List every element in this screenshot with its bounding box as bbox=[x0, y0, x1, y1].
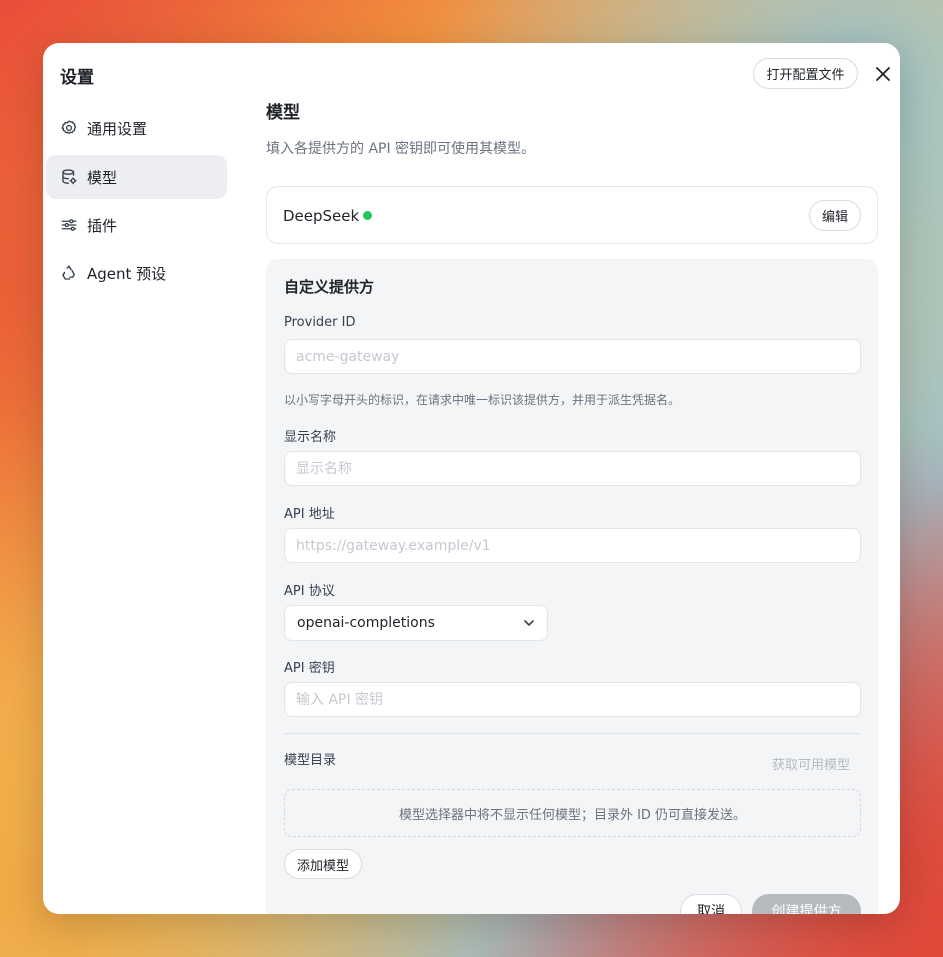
sidebar-item-plugins[interactable]: 插件 bbox=[46, 203, 227, 247]
api-key-label: API 密钥 bbox=[284, 661, 335, 676]
cancel-button[interactable]: 取消 bbox=[680, 894, 742, 914]
database-icon bbox=[62, 169, 77, 185]
provider-id-label: Provider ID bbox=[284, 315, 356, 330]
edit-provider-button[interactable]: 编辑 bbox=[809, 200, 861, 231]
add-model-button[interactable]: 添加模型 bbox=[284, 849, 362, 879]
fetch-models-button[interactable]: 获取可用模型 bbox=[772, 754, 850, 773]
sidebar-item-label: 插件 bbox=[87, 216, 118, 235]
api-url-label: API 地址 bbox=[284, 507, 335, 522]
provider-id-hint: 以小写字母开头的标识，在请求中唯一标识该提供方，并用于派生凭据名。 bbox=[284, 393, 681, 407]
settings-dialog: 设置 通用设置 模型 插件 Agent 预设 打开配置文件 模型 填入各提供方的… bbox=[43, 43, 900, 914]
model-catalog-label: 模型目录 bbox=[284, 753, 337, 768]
gear-icon bbox=[61, 120, 77, 134]
provider-card-deepseek: DeepSeek 编辑 bbox=[266, 186, 878, 244]
custom-provider-panel: 自定义提供方 Provider ID 以小写字母开头的标识，在请求中唯一标识该提… bbox=[266, 259, 878, 914]
sidebar-item-label: Agent 预设 bbox=[87, 264, 167, 283]
sidebar-item-label: 通用设置 bbox=[87, 119, 148, 138]
empty-catalog-notice: 模型选择器中将不显示任何模型；目录外 ID 仍可直接发送。 bbox=[284, 789, 861, 837]
status-dot bbox=[363, 211, 372, 220]
api-protocol-value: openai-completions bbox=[297, 615, 435, 631]
api-protocol-label: API 协议 bbox=[284, 584, 335, 599]
settings-sidebar: 设置 通用设置 模型 插件 Agent 预设 bbox=[43, 43, 243, 914]
provider-id-input[interactable] bbox=[284, 339, 861, 374]
api-key-input[interactable] bbox=[284, 682, 861, 717]
page-description: 填入各提供方的 API 密钥即可使用其模型。 bbox=[266, 141, 536, 157]
recycle-icon bbox=[62, 265, 75, 280]
panel-title: 自定义提供方 bbox=[284, 278, 375, 296]
create-provider-button[interactable]: 创建提供方 bbox=[752, 894, 861, 914]
display-name-input[interactable] bbox=[284, 451, 861, 486]
dialog-title: 设置 bbox=[60, 68, 94, 88]
page-title: 模型 bbox=[266, 103, 300, 123]
section-divider bbox=[284, 733, 861, 734]
models-content: 模型 填入各提供方的 API 密钥即可使用其模型。 DeepSeek 编辑 自定… bbox=[266, 43, 878, 914]
chevron-down-icon bbox=[524, 620, 534, 626]
close-icon bbox=[876, 67, 890, 81]
api-url-input[interactable] bbox=[284, 528, 861, 563]
display-name-label: 显示名称 bbox=[284, 430, 337, 445]
sidebar-item-general[interactable]: 通用设置 bbox=[46, 106, 227, 150]
sidebar-item-label: 模型 bbox=[87, 168, 118, 187]
sidebar-item-agent-presets[interactable]: Agent 预设 bbox=[46, 251, 227, 295]
sidebar-item-models[interactable]: 模型 bbox=[46, 155, 227, 199]
api-protocol-select[interactable]: openai-completions bbox=[284, 605, 548, 641]
provider-name: DeepSeek bbox=[283, 207, 360, 225]
sliders-icon bbox=[61, 219, 77, 231]
